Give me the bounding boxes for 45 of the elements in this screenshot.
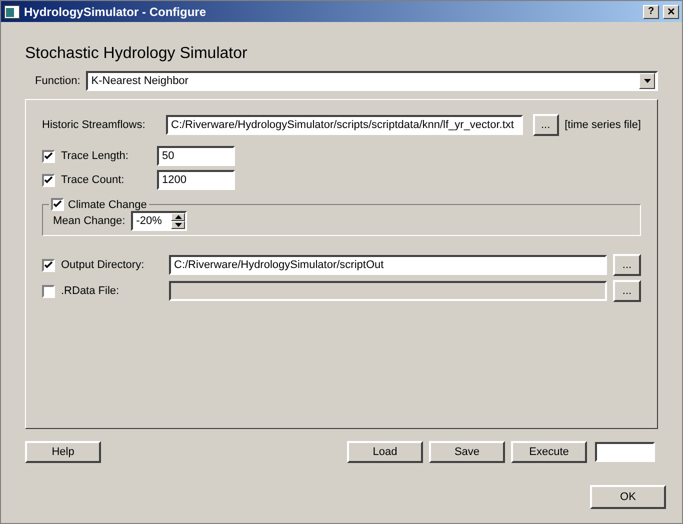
window-title: HydrologySimulator - Configure [24, 4, 208, 18]
function-dropdown[interactable]: K-Nearest Neighbor [86, 71, 658, 91]
help-button[interactable]: Help [25, 441, 101, 463]
help-title-button[interactable]: ? [643, 4, 659, 18]
checkbox[interactable] [42, 150, 55, 162]
status-field[interactable] [595, 442, 655, 462]
path-field[interactable]: C:/Riverware/HydrologySimulator/scriptOut [169, 255, 607, 275]
trace-field[interactable]: 1200 [157, 170, 235, 190]
mean-change-spinbox[interactable]: -20% [131, 211, 188, 231]
spin-up-button[interactable] [171, 213, 186, 221]
down-arrow-icon [644, 79, 650, 83]
streamflows-field[interactable]: C:/Riverware/HydrologySimulator/scripts/scriptdata/knn/lf_yr_vector.txt [166, 115, 523, 135]
streamflows-label: Historic Streamflows: [42, 119, 146, 131]
action-button[interactable]: Load [347, 441, 423, 463]
window-icon [4, 4, 20, 18]
checkmark-icon [44, 260, 53, 270]
browse-button[interactable]: ... [613, 254, 641, 276]
checkbox[interactable] [51, 198, 64, 211]
path-label: Output Directory: [61, 259, 146, 271]
checkmark-icon [53, 200, 62, 209]
up-arrow-icon [174, 215, 182, 219]
checkbox[interactable] [42, 284, 55, 298]
action-button[interactable]: Execute [511, 441, 587, 463]
function-label: Function: [35, 75, 80, 87]
ok-button[interactable]: OK [590, 485, 666, 509]
checkbox[interactable] [42, 258, 55, 272]
trace-field[interactable]: 50 [157, 146, 235, 166]
trace-label: Trace Length: [61, 150, 130, 162]
checkmark-icon [44, 176, 53, 184]
checkbox[interactable] [42, 174, 55, 186]
down-arrow-icon [174, 223, 182, 227]
checkmark-icon [44, 152, 53, 160]
heading: Stochastic Hydrology Simulator [25, 45, 248, 63]
path-label: .RData File: [61, 285, 120, 297]
path-field[interactable] [169, 281, 607, 301]
browse-button[interactable]: ... [532, 114, 559, 136]
mean-change-label: Mean Change: [53, 215, 126, 227]
browse-button[interactable]: ... [613, 280, 641, 302]
trace-label: Trace Count: [61, 174, 126, 186]
action-button[interactable]: Save [429, 441, 505, 463]
file-type-hint: [time series file] [564, 119, 641, 131]
close-button[interactable]: ✕ [663, 4, 679, 18]
dropdown-arrow-button[interactable] [639, 73, 655, 89]
spin-down-button[interactable] [171, 221, 186, 229]
climate-label: Climate Change [68, 198, 147, 210]
